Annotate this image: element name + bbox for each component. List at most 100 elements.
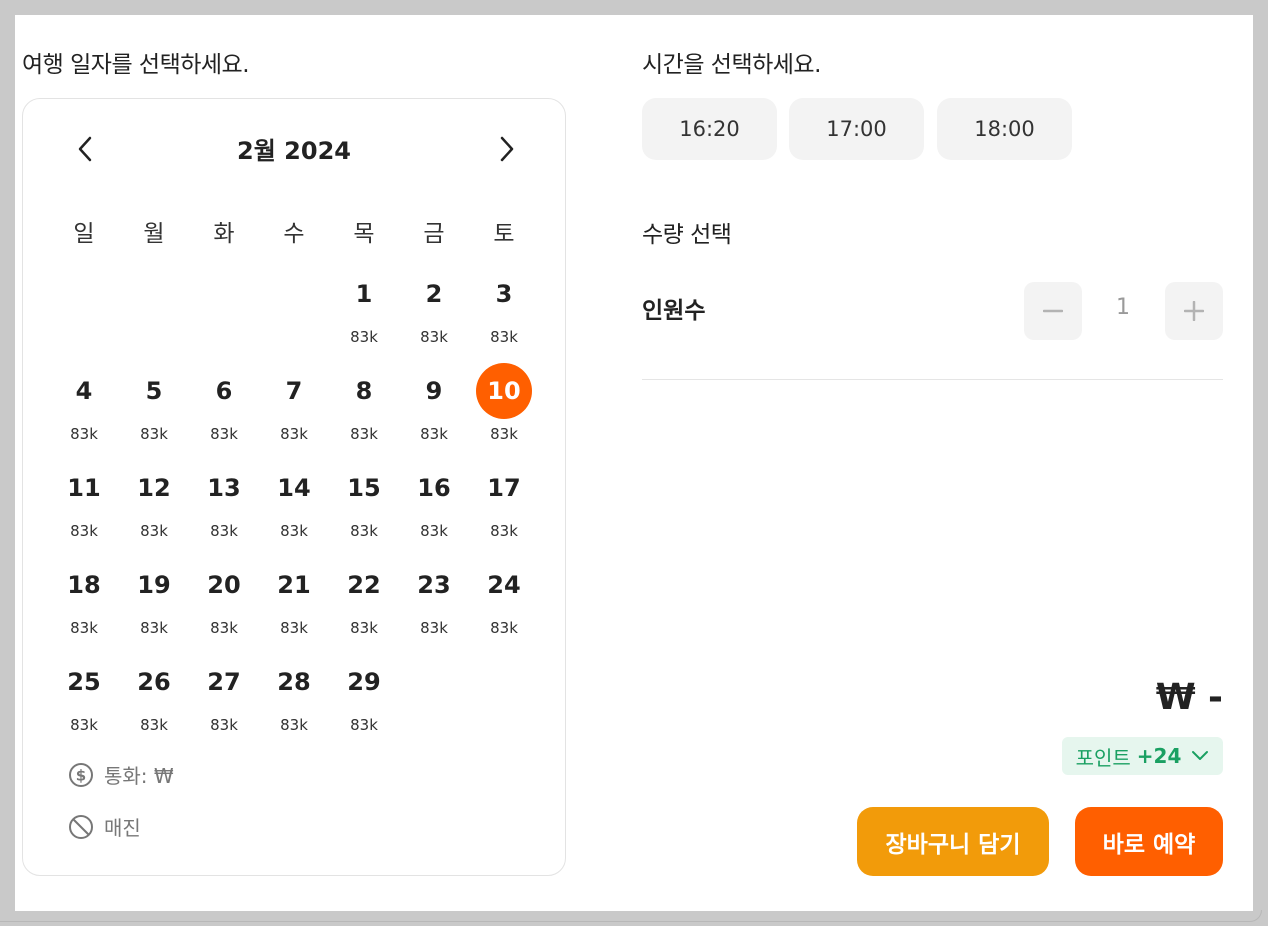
day-number: 26 — [137, 668, 171, 696]
day-number: 15 — [347, 474, 381, 502]
calendar-week: 4 83k 5 83k 6 83k 7 83k 8 83k 9 83k 10 83k — [49, 363, 539, 455]
weekday-label: 목 — [353, 221, 375, 247]
day-price: 83k — [210, 522, 238, 540]
day-price: 83k — [280, 425, 308, 443]
calendar-day[interactable]: 21 83k — [259, 557, 329, 649]
decrement-button[interactable] — [1024, 282, 1082, 340]
calendar-day[interactable]: 15 83k — [329, 460, 399, 552]
day-number: 14 — [277, 474, 311, 502]
day-number: 24 — [487, 571, 521, 599]
weekday-label: 화 — [213, 221, 235, 247]
empty-day — [259, 266, 329, 358]
day-number: 1 — [355, 280, 373, 308]
day-number: 21 — [277, 571, 311, 599]
day-price: 83k — [490, 328, 518, 346]
day-price: 83k — [280, 716, 308, 734]
day-price: 83k — [140, 522, 168, 540]
day-number: 17 — [487, 474, 521, 502]
day-number: 28 — [277, 668, 311, 696]
modal-frame-edge — [0, 910, 1262, 922]
calendar-day[interactable]: 11 83k — [49, 460, 119, 552]
weekday-label: 월 — [143, 221, 165, 247]
quantity-section-title: 수량 선택 — [642, 222, 732, 248]
day-price: 83k — [350, 522, 378, 540]
calendar-day[interactable]: 4 83k — [49, 363, 119, 455]
points-badge[interactable]: 포인트 +24 — [1062, 737, 1223, 775]
day-price: 83k — [70, 716, 98, 734]
calendar-day[interactable]: 1 83k — [329, 266, 399, 358]
day-price: 83k — [70, 619, 98, 637]
calendar-month-title: 2월 2024 — [237, 137, 351, 165]
calendar-day[interactable]: 23 83k — [399, 557, 469, 649]
time-slot-button[interactable]: 17:00 — [789, 98, 924, 160]
points-value: +24 — [1136, 744, 1182, 768]
day-price: 83k — [280, 619, 308, 637]
empty-day — [399, 654, 469, 746]
soldout-legend: 매진 — [68, 812, 141, 841]
calendar-day[interactable]: 22 83k — [329, 557, 399, 649]
calendar-day[interactable]: 26 83k — [119, 654, 189, 746]
calendar-day[interactable]: 9 83k — [399, 363, 469, 455]
calendar-day[interactable]: 17 83k — [469, 460, 539, 552]
headcount-label: 인원수 — [642, 298, 706, 324]
time-section-title: 시간을 선택하세요. — [642, 52, 821, 78]
time-slot-button[interactable]: 18:00 — [937, 98, 1072, 160]
weekday-label: 토 — [493, 221, 515, 247]
day-number: 11 — [67, 474, 101, 502]
day-price: 83k — [350, 716, 378, 734]
calendar-day[interactable]: 18 83k — [49, 557, 119, 649]
calendar-day[interactable]: 13 83k — [189, 460, 259, 552]
day-number: 29 — [347, 668, 381, 696]
calendar-day[interactable]: 2 83k — [399, 266, 469, 358]
day-number: 19 — [137, 571, 171, 599]
currency-legend-label: 통화: ₩ — [104, 764, 174, 788]
calendar-day[interactable]: 25 83k — [49, 654, 119, 746]
chevron-down-icon — [1192, 751, 1209, 760]
calendar-day[interactable]: 3 83k — [469, 266, 539, 358]
calendar-day[interactable]: 28 83k — [259, 654, 329, 746]
total-price: ₩ - — [1155, 677, 1223, 718]
add-to-cart-button[interactable]: 장바구니 담기 — [857, 807, 1049, 876]
day-price: 83k — [140, 716, 168, 734]
calendar-day[interactable]: 7 83k — [259, 363, 329, 455]
weekday-header: 일 월 화 수 목 금 토 — [49, 214, 539, 248]
calendar-day[interactable]: 19 83k — [119, 557, 189, 649]
day-number: 10 — [476, 363, 532, 419]
calendar-day-selected[interactable]: 10 83k — [469, 363, 539, 455]
day-number: 4 — [75, 377, 93, 405]
day-price: 83k — [210, 425, 238, 443]
time-slot-button[interactable]: 16:20 — [642, 98, 777, 160]
currency-legend: $ 통화: ₩ — [68, 760, 174, 789]
day-number: 16 — [417, 474, 451, 502]
calendar-day[interactable]: 6 83k — [189, 363, 259, 455]
empty-day — [189, 266, 259, 358]
increment-button[interactable] — [1165, 282, 1223, 340]
calendar-day[interactable]: 16 83k — [399, 460, 469, 552]
calendar-day[interactable]: 29 83k — [329, 654, 399, 746]
day-number: 23 — [417, 571, 451, 599]
calendar-day[interactable]: 12 83k — [119, 460, 189, 552]
day-number: 20 — [207, 571, 241, 599]
booking-modal: 여행 일자를 선택하세요. 2월 2024 일 월 화 수 목 금 토 1 83… — [15, 15, 1253, 911]
day-price: 83k — [420, 522, 448, 540]
day-price: 83k — [140, 425, 168, 443]
book-now-button[interactable]: 바로 예약 — [1075, 807, 1223, 876]
calendar-day[interactable]: 14 83k — [259, 460, 329, 552]
next-month-button[interactable] — [487, 129, 527, 169]
calendar-day[interactable]: 5 83k — [119, 363, 189, 455]
section-divider — [642, 379, 1223, 380]
day-number: 3 — [495, 280, 513, 308]
calendar-day[interactable]: 24 83k — [469, 557, 539, 649]
calendar-day[interactable]: 27 83k — [189, 654, 259, 746]
day-price: 83k — [420, 619, 448, 637]
day-price: 83k — [350, 619, 378, 637]
empty-day — [469, 654, 539, 746]
soldout-legend-label: 매진 — [104, 816, 141, 840]
calendar-week: 25 83k 26 83k 27 83k 28 83k 29 83k — [49, 654, 539, 746]
calendar: 2월 2024 일 월 화 수 목 금 토 1 83k 2 83k 3 83k — [22, 98, 566, 876]
calendar-day[interactable]: 8 83k — [329, 363, 399, 455]
calendar-day[interactable]: 20 83k — [189, 557, 259, 649]
day-number: 13 — [207, 474, 241, 502]
minus-icon — [1043, 309, 1063, 313]
day-price: 83k — [210, 619, 238, 637]
